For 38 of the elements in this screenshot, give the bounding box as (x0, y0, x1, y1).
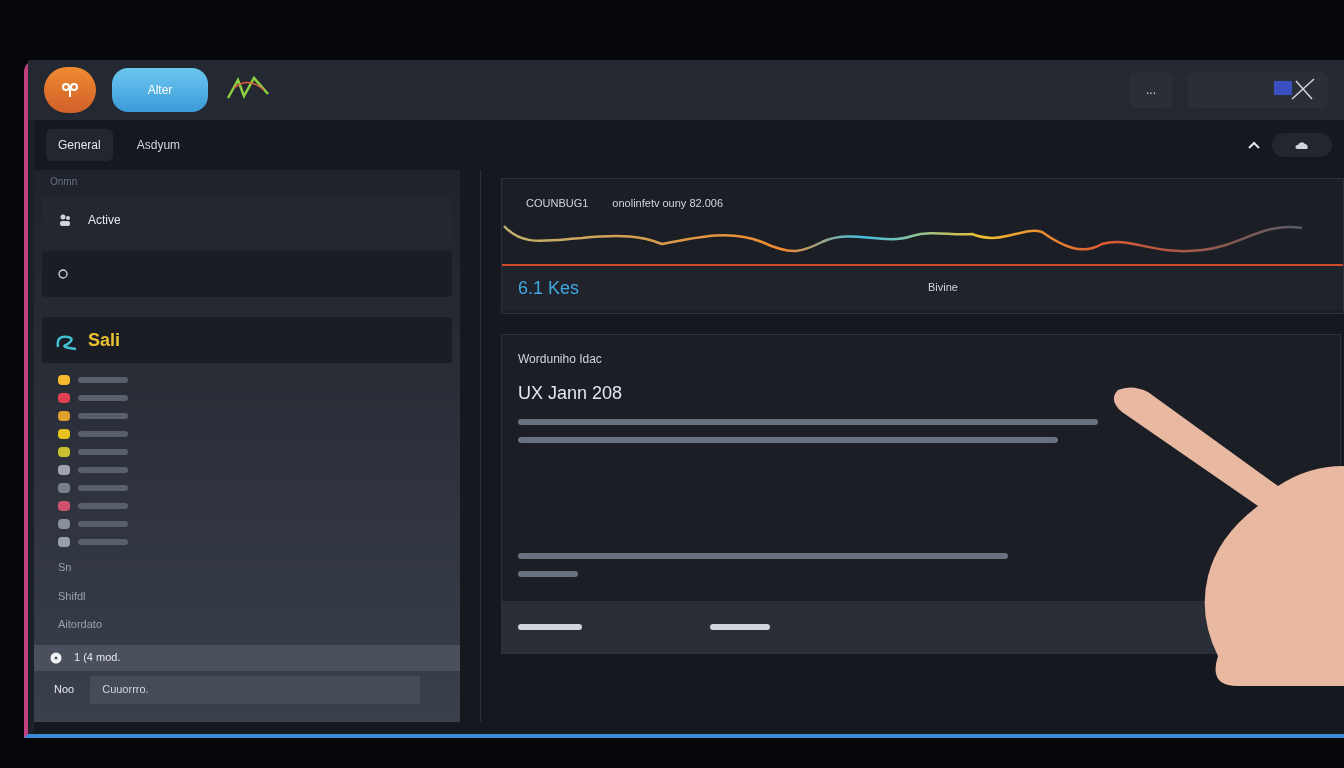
cloud-icon (1295, 140, 1309, 150)
clock-icon (58, 269, 68, 279)
text-placeholder-bar (78, 485, 128, 491)
user-pill[interactable] (1272, 133, 1332, 157)
sidebar-link[interactable]: Aitordato (58, 616, 436, 633)
sidebar-link[interactable]: Sn (58, 559, 436, 576)
menu-button[interactable]: ... (1130, 72, 1172, 108)
card-title: UX Jann 208 (518, 382, 624, 405)
text-placeholder-bar (710, 624, 770, 630)
text-placeholder-bar (78, 413, 128, 419)
card-eyebrow: Worduniho Idac (518, 351, 603, 367)
chart-title: COUNBUG1 (526, 196, 589, 211)
text-placeholder-bar (78, 395, 128, 401)
tab[interactable]: Asdyum (124, 129, 193, 161)
crossed-logo-icon (1272, 77, 1316, 103)
text-placeholder-bar (78, 503, 128, 509)
brand-row: Sali (42, 317, 452, 363)
up-chevron-icon[interactable] (1248, 140, 1260, 150)
tab[interactable]: General (46, 129, 113, 161)
text-placeholder-bar (78, 467, 128, 473)
text-placeholder-bar (78, 377, 128, 383)
text-field[interactable]: Cuuorrro. (90, 675, 421, 704)
app-logo-icon[interactable] (44, 67, 96, 113)
text-placeholder-bar (518, 624, 582, 630)
chart-label: Bivine (928, 280, 958, 296)
text-placeholder-bar (78, 539, 128, 545)
chart-value: 6.1 Kes (518, 276, 581, 300)
text-placeholder-bar (518, 571, 578, 577)
people-icon (58, 213, 72, 227)
section-label: Onmn (49, 175, 79, 189)
field-label: Noo (54, 682, 75, 698)
text-placeholder-bar (78, 521, 128, 527)
disc-icon (50, 651, 62, 664)
text-placeholder-bar (78, 449, 128, 455)
status-row: 1 (4 mod. (34, 644, 460, 671)
chart-subtitle: onolinfetv ouny 82.006 (612, 196, 724, 211)
text-placeholder-bar (78, 431, 128, 437)
sidebar-link[interactable]: Shifdl (58, 587, 436, 604)
